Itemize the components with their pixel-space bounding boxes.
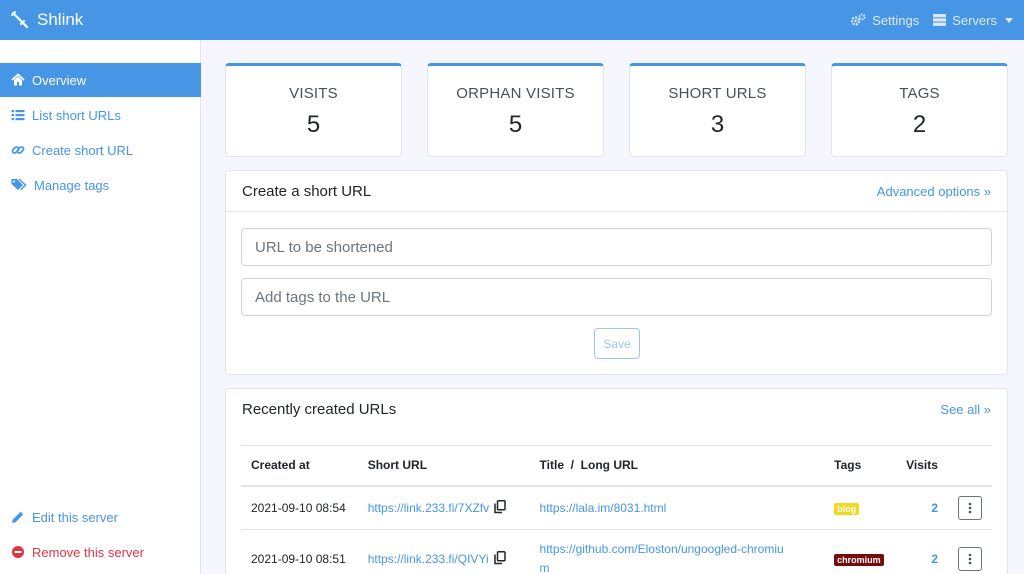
stat-label: SHORT URLS (668, 85, 767, 102)
remove-server-link[interactable]: Remove this server (0, 535, 201, 569)
recent-urls-card: Recently created URLs See all » Created … (225, 388, 1008, 574)
home-icon (11, 73, 25, 86)
copy-icon[interactable] (494, 500, 506, 514)
minus-circle-icon (12, 546, 24, 558)
sidebar-item-overview[interactable]: Overview (0, 63, 201, 97)
ellipsis-vertical-icon (968, 553, 972, 564)
stat-value: 2 (912, 111, 927, 138)
edit-server-label: Edit this server (32, 509, 118, 525)
long-url-link[interactable]: https://github.com/Eloston/ungoogled-chr… (540, 542, 784, 574)
recent-urls-table: Created at Short URL Title / Long URL Ta… (241, 445, 992, 574)
created-cell: 2021-09-10 08:51 (241, 529, 358, 574)
sidebar-item-label: Create short URL (32, 142, 134, 158)
servers-label: Servers (952, 12, 997, 28)
column-header-actions (948, 445, 992, 487)
sidebar-item-label: Overview (32, 72, 87, 88)
short-url-link[interactable]: https://link.233.fi/QIVYi (368, 552, 489, 566)
pencil-icon (12, 511, 24, 523)
stat-label: ORPHAN VISITS (456, 85, 575, 102)
short-url-cell: https://link.233.fi/QIVYi (357, 529, 530, 574)
tags-cell: blog (824, 485, 897, 530)
sidebar-item-create-short-url[interactable]: Create short URL (0, 133, 201, 167)
visits-cell[interactable]: 2 (896, 485, 948, 530)
short-url-cell: https://link.233.fi/7XZfv (357, 485, 530, 530)
shlink-logo-icon (11, 11, 29, 29)
row-actions-menu-button[interactable] (958, 546, 982, 571)
url-input[interactable] (241, 228, 992, 266)
brand[interactable]: Shlink (10, 10, 83, 30)
card-header: Recently created URLs See all » (226, 389, 1007, 429)
stat-card-tags: TAGS 2 (831, 63, 1008, 157)
sidebar: Overview List short URLs Create short UR… (0, 40, 201, 574)
link-icon (11, 146, 25, 154)
list-icon (11, 110, 25, 121)
stat-value: 3 (710, 111, 725, 138)
gears-icon (851, 13, 866, 26)
see-all-link[interactable]: See all » (940, 402, 991, 417)
settings-label: Settings (872, 12, 920, 28)
stat-card-orphan-visits: ORPHAN VISITS 5 (427, 63, 604, 157)
tags-cell: chromium (824, 529, 897, 574)
stat-value: 5 (508, 111, 523, 138)
advanced-options-link[interactable]: Advanced options » (877, 184, 991, 199)
stat-label: VISITS (289, 85, 338, 102)
stat-card-short-urls: SHORT URLS 3 (629, 63, 806, 157)
long-url-link[interactable]: https://lala.im/8031.html (540, 501, 667, 515)
card-header: Create a short URL Advanced options » (226, 171, 1007, 212)
card-title: Create a short URL (242, 182, 372, 200)
short-url-link[interactable]: https://link.233.fi/7XZfv (368, 501, 489, 515)
tags-input[interactable] (241, 278, 992, 316)
remove-server-label: Remove this server (32, 544, 144, 560)
table-row: 2021-09-10 08:54 https://link.233.fi/7XZ… (241, 485, 992, 530)
copy-icon[interactable] (493, 551, 506, 565)
actions-cell (948, 485, 992, 530)
caret-down-icon (1005, 17, 1013, 23)
stat-label: TAGS (899, 85, 940, 102)
actions-cell (948, 529, 992, 574)
tag-badge[interactable]: blog (834, 502, 860, 515)
long-url-cell: https://github.com/Eloston/ungoogled-chr… (529, 529, 825, 574)
stat-card-visits: VISITS 5 (225, 63, 402, 157)
settings-link[interactable]: Settings (850, 13, 919, 28)
column-header-short-url[interactable]: Short URL (357, 445, 530, 487)
tag-badge[interactable]: chromium (834, 553, 884, 566)
sidebar-item-list-short-urls[interactable]: List short URLs (0, 98, 201, 132)
table-row: 2021-09-10 08:51 https://link.233.fi/QIV… (241, 529, 992, 574)
created-cell: 2021-09-10 08:54 (241, 485, 358, 530)
column-header-visits[interactable]: Visits (896, 445, 948, 487)
row-actions-menu-button[interactable] (958, 495, 982, 520)
long-url-cell: https://lala.im/8031.html (529, 485, 825, 530)
top-navbar: Shlink Settings Servers (0, 0, 1024, 40)
create-short-url-card: Create a short URL Advanced options » Sa… (225, 170, 1008, 375)
sidebar-item-label: Manage tags (34, 177, 110, 193)
ellipsis-vertical-icon (968, 502, 972, 514)
stat-value: 5 (306, 111, 321, 138)
visits-cell[interactable]: 2 (896, 529, 948, 574)
edit-server-link[interactable]: Edit this server (0, 500, 201, 534)
servers-dropdown[interactable]: Servers (933, 13, 1013, 28)
column-header-tags[interactable]: Tags (824, 445, 897, 487)
card-title: Recently created URLs (242, 400, 397, 418)
sidebar-item-manage-tags[interactable]: Manage tags (0, 168, 201, 202)
server-icon (933, 14, 947, 26)
save-button[interactable]: Save (594, 328, 640, 359)
tags-icon (11, 178, 27, 191)
table-header-row: Created at Short URL Title / Long URL Ta… (241, 445, 992, 487)
column-header-created[interactable]: Created at (241, 445, 358, 487)
app-title: Shlink (37, 10, 84, 29)
column-header-long-url[interactable]: Title / Long URL (529, 445, 825, 487)
sidebar-item-label: List short URLs (32, 107, 121, 123)
